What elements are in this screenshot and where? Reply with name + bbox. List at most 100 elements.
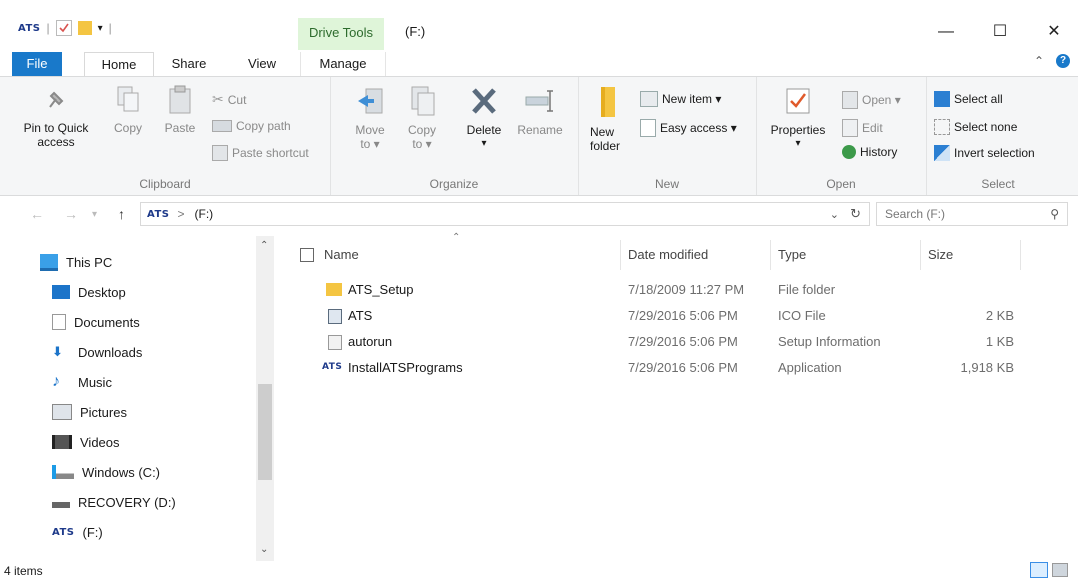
file-row[interactable]: autorun 7/29/2016 5:06 PM Setup Informat… xyxy=(322,329,1022,355)
select-none-button[interactable]: Select none xyxy=(934,119,1017,135)
nav-item-downloads[interactable]: ⬇ Downloads xyxy=(52,338,142,366)
move-to-button[interactable]: Move to ▾ xyxy=(348,85,392,151)
history-button[interactable]: History xyxy=(842,145,897,159)
close-button[interactable]: ✕ xyxy=(1034,18,1074,46)
address-bar[interactable]: ATS > (F:) ⌄ ↻ xyxy=(140,202,870,226)
scroll-down-icon[interactable]: ⌄ xyxy=(260,544,268,555)
drive-icon xyxy=(52,502,70,508)
file-row[interactable]: ATS InstallATSPrograms 7/29/2016 5:06 PM… xyxy=(322,355,1022,381)
ats-application-logo: ATS xyxy=(322,362,343,372)
maximize-button[interactable]: ☐ xyxy=(980,18,1020,46)
column-divider[interactable] xyxy=(1020,240,1021,270)
column-divider[interactable] xyxy=(620,240,621,270)
up-arrow-icon[interactable]: ↑ xyxy=(118,206,125,222)
breadcrumb-drive-logo: ATS xyxy=(147,208,170,220)
file-size: 2 KB xyxy=(985,308,1014,323)
forward-arrow-icon[interactable]: → xyxy=(64,206,78,222)
paste-button[interactable]: Paste xyxy=(158,85,202,135)
invert-selection-button[interactable]: Invert selection xyxy=(934,145,1035,161)
new-item-button[interactable]: New item ▾ xyxy=(640,91,721,107)
open-icon xyxy=(842,91,858,109)
tab-file[interactable]: File xyxy=(12,52,62,76)
title-bar: ATS | ▾ | Drive Tools (F:) — ☐ ✕ xyxy=(0,0,1078,50)
history-icon xyxy=(842,145,856,159)
sort-ascending-icon: ⌃ xyxy=(452,232,461,243)
nav-item-f-drive[interactable]: ATS (F:) xyxy=(52,518,103,546)
open-button[interactable]: Open ▾ xyxy=(842,91,901,109)
nav-item-recovery-d[interactable]: RECOVERY (D:) xyxy=(52,488,176,516)
folder-icon xyxy=(595,85,621,119)
breadcrumb-current[interactable]: (F:) xyxy=(195,207,214,221)
copy-path-button[interactable]: Copy path xyxy=(212,119,291,133)
nav-item-this-pc[interactable]: This PC xyxy=(40,248,112,276)
column-divider[interactable] xyxy=(770,240,771,270)
clipboard-group-label: Clipboard xyxy=(139,177,191,191)
tab-share[interactable]: Share xyxy=(162,52,216,76)
collapse-ribbon-icon[interactable]: ⌃ xyxy=(1034,54,1044,68)
computer-icon xyxy=(40,253,58,271)
file-name: ATS_Setup xyxy=(348,282,414,297)
help-icon[interactable]: ? xyxy=(1056,54,1070,68)
navigation-pane: This PC Desktop Documents ⬇ Downloads ♪ … xyxy=(0,236,276,561)
paste-shortcut-button[interactable]: Paste shortcut xyxy=(212,145,309,161)
file-row[interactable]: ATS_Setup 7/18/2009 11:27 PM File folder xyxy=(322,277,1022,303)
minimize-button[interactable]: — xyxy=(926,18,966,46)
edit-button[interactable]: Edit xyxy=(842,119,883,137)
file-name: ATS xyxy=(348,308,373,323)
details-view-icon[interactable] xyxy=(1030,562,1048,578)
properties-button[interactable]: Properties ▾ xyxy=(764,85,832,151)
tab-manage[interactable]: Manage xyxy=(300,52,386,76)
file-row[interactable]: ATS 7/29/2016 5:06 PM ICO File 2 KB xyxy=(322,303,1022,329)
column-divider[interactable] xyxy=(920,240,921,270)
nav-scrollbar[interactable]: ⌃ ⌄ xyxy=(256,236,274,561)
ribbon-controls: ⌃ ? xyxy=(1034,54,1070,68)
setup-information-icon xyxy=(328,335,342,350)
invert-selection-icon xyxy=(934,145,950,161)
nav-item-documents[interactable]: Documents xyxy=(52,308,140,336)
column-date-header[interactable]: Date modified xyxy=(628,243,708,267)
scroll-up-icon[interactable]: ⌃ xyxy=(260,240,268,251)
copy-icon xyxy=(115,85,141,115)
search-input[interactable]: Search (F:) ⚲ xyxy=(876,202,1068,226)
pin-icon xyxy=(42,85,70,115)
column-type-header[interactable]: Type xyxy=(778,243,806,267)
pin-to-quick-access-button[interactable]: Pin to Quick access xyxy=(16,85,96,149)
qat-separator-2: | xyxy=(108,21,112,35)
column-name-header[interactable]: Name xyxy=(324,243,359,267)
customize-qat-icon[interactable]: ▾ xyxy=(98,23,103,34)
easy-access-button[interactable]: Easy access ▾ xyxy=(640,119,737,137)
properties-qat-icon[interactable] xyxy=(55,20,72,36)
tab-home[interactable]: Home xyxy=(84,52,154,78)
select-all-button[interactable]: Select all xyxy=(934,91,1003,107)
large-icons-view-icon[interactable] xyxy=(1052,563,1068,577)
nav-item-partial[interactable] xyxy=(52,548,78,561)
nav-item-windows-c[interactable]: Windows (C:) xyxy=(52,458,160,486)
item-count: 4 items xyxy=(4,564,43,578)
back-arrow-icon[interactable]: ← xyxy=(30,206,44,222)
recent-locations-icon[interactable]: ▾ xyxy=(92,209,97,220)
new-folder-qat-icon[interactable] xyxy=(77,21,92,35)
window-title: (F:) xyxy=(405,24,426,39)
cut-button[interactable]: ✂ Cut xyxy=(212,91,246,108)
copy-button[interactable]: Copy xyxy=(108,85,148,135)
delete-button[interactable]: Delete ▾ xyxy=(460,85,508,151)
select-all-checkbox[interactable] xyxy=(300,248,314,262)
paste-shortcut-icon xyxy=(212,145,228,161)
new-folder-button[interactable]: New folder xyxy=(586,85,630,153)
nav-item-videos[interactable]: Videos xyxy=(52,428,120,456)
rename-button[interactable]: Rename xyxy=(512,85,568,137)
refresh-icon[interactable]: ↻ xyxy=(850,206,861,222)
copy-to-button[interactable]: Copy to ▾ xyxy=(400,85,444,151)
address-dropdown-icon[interactable]: ⌄ xyxy=(830,208,839,221)
file-date: 7/29/2016 5:06 PM xyxy=(628,334,738,349)
nav-item-music[interactable]: ♪ Music xyxy=(52,368,112,396)
tab-view[interactable]: View xyxy=(232,52,292,76)
clipboard-group: Pin to Quick access Copy Paste ✂ Cut Cop… xyxy=(0,77,331,195)
easy-access-icon xyxy=(640,119,656,137)
nav-item-pictures[interactable]: Pictures xyxy=(52,398,127,426)
nav-item-desktop[interactable]: Desktop xyxy=(52,278,126,306)
move-to-icon xyxy=(356,85,384,117)
ico-file-icon xyxy=(328,309,342,324)
scrollbar-thumb[interactable] xyxy=(258,384,272,480)
column-size-header[interactable]: Size xyxy=(928,243,953,267)
